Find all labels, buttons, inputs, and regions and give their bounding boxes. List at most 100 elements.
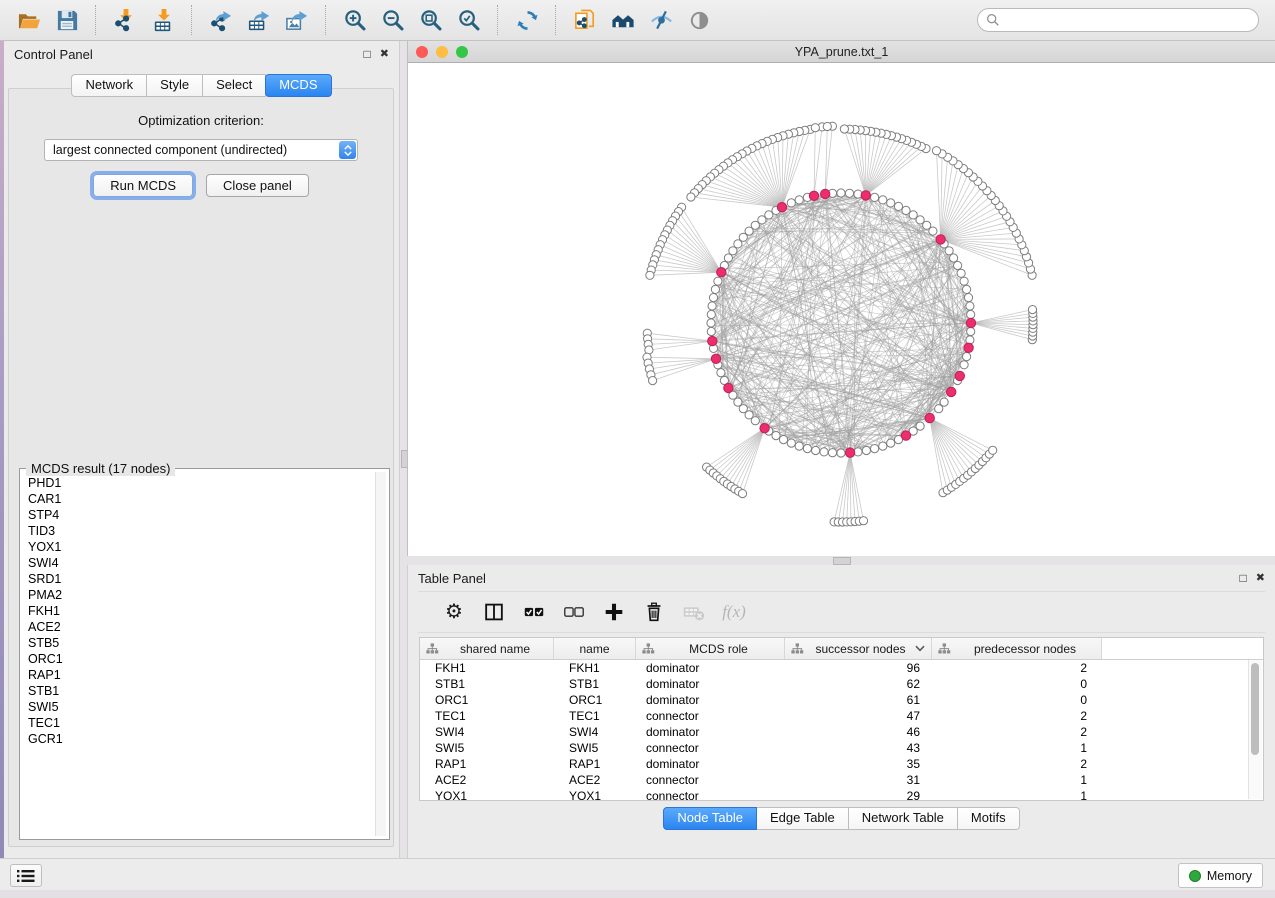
table-row[interactable]: SWI5SWI5connector431 (420, 740, 1263, 756)
table-cell[interactable]: TEC1 (420, 708, 554, 724)
result-list-item[interactable]: STB1 (23, 683, 375, 699)
import-table-icon[interactable] (146, 4, 180, 36)
graph-node[interactable] (707, 310, 715, 318)
clone-network-icon[interactable] (568, 4, 602, 36)
toggle-panel-columns-icon[interactable] (474, 596, 514, 628)
graph-hub-node[interactable] (821, 189, 830, 198)
result-list-item[interactable]: YOX1 (23, 539, 375, 555)
table-cell[interactable]: FKH1 (420, 660, 554, 676)
tab-motifs[interactable]: Motifs (958, 807, 1020, 830)
close-panel-button[interactable]: Close panel (206, 174, 309, 197)
delete-column-icon[interactable] (634, 596, 674, 628)
table-cell[interactable]: 35 (785, 756, 932, 772)
export-image-icon[interactable] (280, 4, 314, 36)
graph-node[interactable] (871, 193, 879, 201)
graph-node[interactable] (811, 124, 819, 132)
graph-hub-node[interactable] (966, 318, 975, 327)
table-row[interactable]: ACE2ACE2connector311 (420, 772, 1263, 788)
refresh-view-icon[interactable] (510, 4, 544, 36)
table-row[interactable]: ORC1ORC1dominator610 (420, 692, 1263, 708)
graph-node[interactable] (967, 327, 975, 335)
result-list-item[interactable]: ACE2 (23, 619, 375, 635)
column-header-successor-nodes[interactable]: successor nodes (785, 638, 932, 659)
table-cell[interactable]: 62 (785, 676, 932, 692)
result-list-item[interactable]: TID3 (23, 523, 375, 539)
graph-node[interactable] (963, 353, 971, 361)
graph-node[interactable] (738, 490, 746, 498)
result-list-item[interactable]: GCR1 (23, 731, 375, 747)
graph-node[interactable] (909, 211, 917, 219)
table-cell[interactable]: 31 (785, 772, 932, 788)
export-table-icon[interactable] (242, 4, 276, 36)
graph-node[interactable] (940, 398, 948, 406)
graph-node[interactable] (779, 436, 787, 444)
graph-hub-node[interactable] (708, 336, 717, 345)
tab-network[interactable]: Network (71, 74, 147, 97)
column-header-name[interactable]: name (554, 638, 636, 659)
export-network-icon[interactable] (204, 4, 238, 36)
add-column-icon[interactable] (594, 596, 634, 628)
graph-node[interactable] (812, 446, 820, 454)
table-cell[interactable]: 43 (785, 740, 932, 756)
run-mcds-button[interactable]: Run MCDS (93, 174, 193, 197)
graph-node[interactable] (708, 302, 716, 310)
graph-hub-node[interactable] (925, 413, 934, 422)
graph-node[interactable] (711, 285, 719, 293)
horizontal-splitter[interactable] (407, 556, 1275, 565)
zoom-fit-icon[interactable] (414, 4, 448, 36)
graph-node[interactable] (879, 196, 887, 204)
column-header-MCDS-role[interactable]: MCDS role (636, 638, 785, 659)
graph-node[interactable] (862, 446, 870, 454)
zoom-selected-icon[interactable] (452, 4, 486, 36)
memory-button[interactable]: Memory (1178, 863, 1263, 888)
graph-hub-node[interactable] (955, 371, 964, 380)
graph-node[interactable] (795, 442, 803, 450)
result-list-item[interactable]: TEC1 (23, 715, 375, 731)
graph-node[interactable] (724, 254, 732, 262)
result-list-item[interactable]: ORC1 (23, 651, 375, 667)
table-cell[interactable]: 2 (932, 756, 1102, 772)
graph-node[interactable] (729, 247, 737, 255)
table-cell[interactable]: SWI5 (420, 740, 554, 756)
table-cell[interactable]: 29 (785, 788, 932, 801)
graph-node[interactable] (960, 277, 968, 285)
graph-node[interactable] (894, 202, 902, 210)
graph-hub-node[interactable] (936, 235, 945, 244)
graph-node[interactable] (989, 446, 997, 454)
result-list-item[interactable]: SRD1 (23, 571, 375, 587)
network-canvas[interactable] (408, 63, 1275, 556)
graph-node[interactable] (963, 285, 971, 293)
table-row[interactable]: SWI4SWI4dominator462 (420, 724, 1263, 740)
table-cell[interactable]: 46 (785, 724, 932, 740)
table-cell[interactable]: connector (636, 708, 785, 724)
graph-hub-node[interactable] (845, 448, 854, 457)
graph-hub-node[interactable] (711, 354, 720, 363)
tab-style[interactable]: Style (147, 74, 203, 97)
result-list-item[interactable]: STP4 (23, 507, 375, 523)
table-cell[interactable]: dominator (636, 660, 785, 676)
graph-hub-node[interactable] (964, 343, 973, 352)
table-cell[interactable]: STB1 (420, 676, 554, 692)
table-cell[interactable]: connector (636, 788, 785, 801)
graph-node[interactable] (902, 206, 910, 214)
table-cell[interactable]: RAP1 (554, 756, 636, 772)
table-cell[interactable]: 1 (932, 788, 1102, 801)
table-cell[interactable]: 0 (932, 676, 1102, 692)
graph-node[interactable] (751, 417, 759, 425)
table-cell[interactable]: 2 (932, 660, 1102, 676)
graph-node[interactable] (967, 310, 975, 318)
graph-node[interactable] (649, 377, 657, 385)
search-input[interactable] (1005, 12, 1250, 28)
table-cell[interactable]: ORC1 (554, 692, 636, 708)
graph-node[interactable] (879, 442, 887, 450)
graph-node[interactable] (957, 269, 965, 277)
table-cell[interactable]: ACE2 (554, 772, 636, 788)
graph-hub-node[interactable] (861, 191, 870, 200)
table-cell[interactable]: YOX1 (554, 788, 636, 801)
result-list-item[interactable]: CAR1 (23, 491, 375, 507)
horizontal-splitter-handle[interactable] (833, 557, 851, 565)
graph-node[interactable] (687, 193, 695, 201)
graph-node[interactable] (795, 196, 803, 204)
tab-network-table[interactable]: Network Table (849, 807, 958, 830)
graph-node[interactable] (887, 439, 895, 447)
